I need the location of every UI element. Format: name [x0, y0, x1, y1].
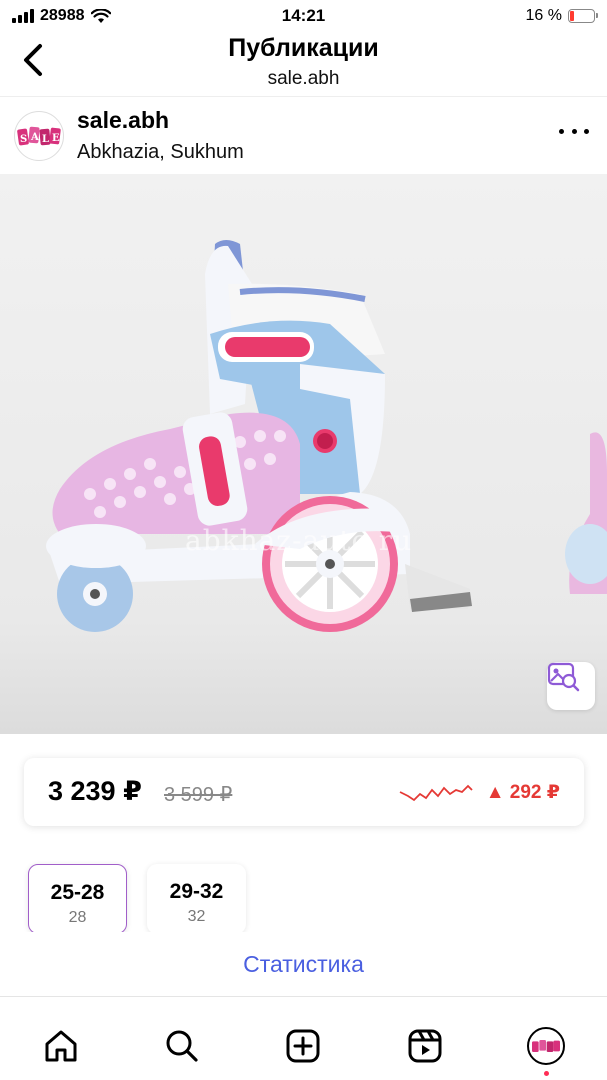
- page-title: Публикации: [228, 34, 379, 62]
- nav-header: Публикации sale.abh: [0, 32, 607, 94]
- current-price: 3 239 ₽: [48, 776, 142, 806]
- svg-text:E: E: [52, 133, 60, 144]
- size-range: 25-28: [50, 881, 105, 904]
- tab-bar: [0, 1004, 607, 1080]
- svg-text:S: S: [20, 134, 27, 145]
- notification-dot: [544, 1071, 550, 1076]
- image-search-icon: [547, 662, 580, 692]
- dot-icon: [571, 128, 577, 134]
- tab-search[interactable]: [158, 1024, 206, 1068]
- roller-skate-image: [46, 240, 607, 632]
- watermark: abkhaz-auto.ru: [185, 524, 413, 557]
- price-card[interactable]: 3 239 ₽ 3 599 ₽ ▲ 292 ₽: [24, 758, 584, 826]
- dot-icon: [559, 128, 564, 134]
- profile-avatar: [527, 1027, 566, 1065]
- price-change: ▲ 292 ₽: [485, 782, 560, 803]
- tab-home[interactable]: [37, 1024, 85, 1068]
- size-range: 29-32: [169, 880, 224, 903]
- price-trend-sparkline: [399, 784, 473, 802]
- size-options: 25-28 28 29-32 32: [28, 864, 246, 934]
- tab-reels[interactable]: [401, 1024, 449, 1068]
- size-sub: 32: [187, 908, 206, 925]
- battery-percent: 16 %: [525, 7, 562, 24]
- statistics-link[interactable]: Статистика: [243, 951, 364, 978]
- dot-icon: [584, 128, 589, 134]
- avatar[interactable]: S A L E: [14, 111, 64, 161]
- new-post-icon: [286, 1029, 320, 1063]
- size-option-25-28[interactable]: 25-28 28: [28, 864, 127, 934]
- size-option-29-32[interactable]: 29-32 32: [147, 864, 246, 934]
- size-sub: 28: [68, 909, 87, 926]
- carrier-label: 28988: [40, 7, 85, 24]
- home-icon: [45, 1030, 77, 1062]
- post-location[interactable]: Abkhazia, Sukhum: [77, 141, 244, 164]
- sale-logo: [532, 1040, 561, 1052]
- wifi-icon: [90, 8, 111, 23]
- page-subtitle: sale.abh: [267, 68, 340, 89]
- more-options-button[interactable]: [559, 119, 589, 143]
- tab-new-post[interactable]: [279, 1024, 327, 1068]
- status-bar: 28988 14:21 16 %: [0, 0, 607, 32]
- battery-icon: [568, 9, 598, 23]
- signal-icon: [12, 9, 34, 23]
- post-header: S A L E sale.abh Abkhazia, Sukhum: [0, 96, 607, 174]
- svg-text:A: A: [30, 132, 39, 143]
- old-price: 3 599 ₽: [164, 784, 233, 806]
- post-username[interactable]: sale.abh: [77, 107, 169, 134]
- sale-logo: S A L E: [17, 126, 61, 146]
- search-icon: [166, 1030, 198, 1062]
- reels-icon: [408, 1029, 442, 1063]
- svg-text:L: L: [42, 134, 49, 145]
- post-photo[interactable]: abkhaz-auto.ru: [0, 174, 607, 734]
- visual-search-button[interactable]: [547, 662, 595, 710]
- stats-bar: Статистика: [0, 932, 607, 997]
- tab-profile[interactable]: [522, 1024, 570, 1076]
